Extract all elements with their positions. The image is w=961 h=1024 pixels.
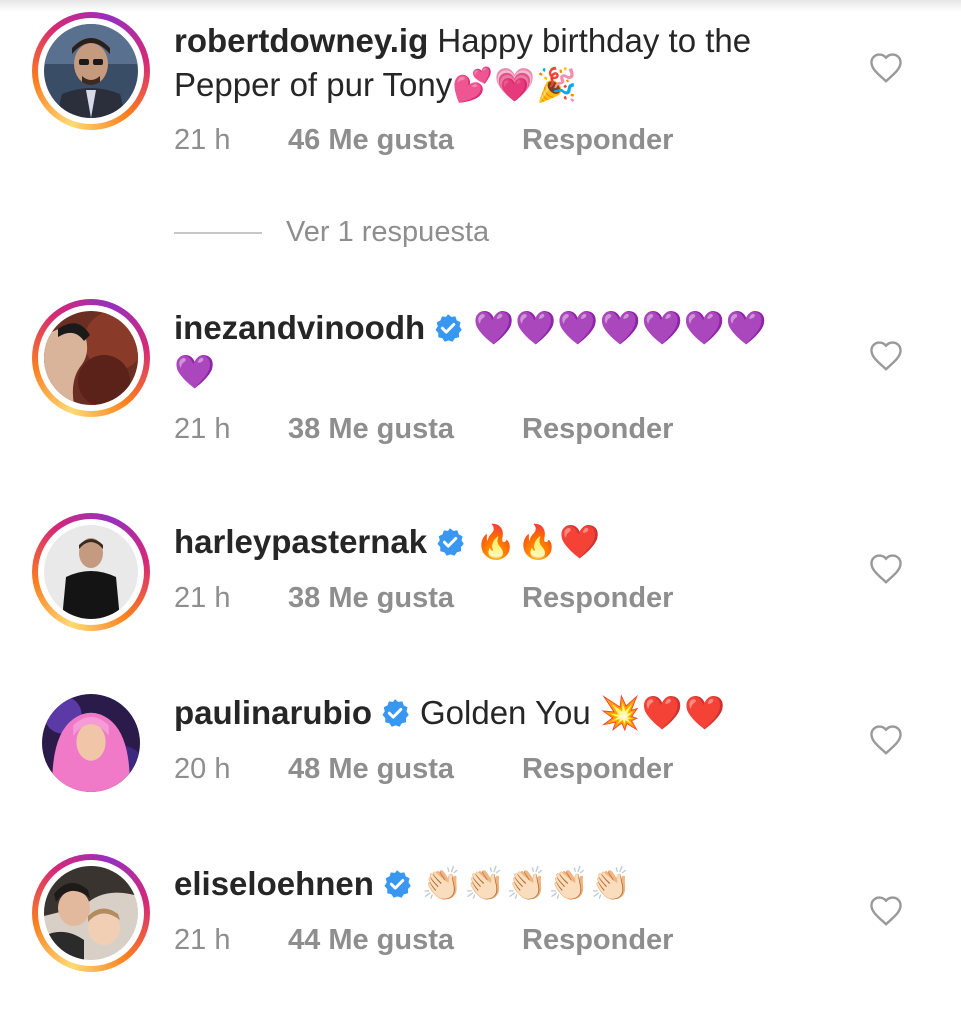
comment-emoji: 💕💗🎉 xyxy=(452,65,579,104)
verified-badge-icon xyxy=(382,699,409,727)
avatar-inezandvinoodh[interactable] xyxy=(32,299,150,417)
avatar-image xyxy=(42,694,140,792)
like-count[interactable]: 38 Me gusta xyxy=(288,413,522,446)
avatar-eliseloehnen[interactable] xyxy=(32,854,150,972)
heart-outline-icon[interactable] xyxy=(868,551,904,585)
comment-text: robertdowney.ig Happy birthday to the Pe… xyxy=(174,19,824,107)
comment-meta: 20 h 48 Me gusta Responder xyxy=(174,753,673,786)
timestamp: 21 h xyxy=(174,924,231,956)
verified-badge-icon xyxy=(437,528,464,556)
verified-badge-icon xyxy=(384,870,411,898)
comment-body: Happy birthday to the xyxy=(437,22,752,59)
username[interactable]: paulinarubio xyxy=(174,694,372,731)
comment-body-line2: Pepper of pur Tony xyxy=(174,66,453,103)
verified-badge-icon xyxy=(435,314,462,342)
username[interactable]: harleypasternak xyxy=(174,523,427,560)
comment-emoji: 💥❤️❤️ xyxy=(599,693,727,732)
username[interactable]: eliseloehnen xyxy=(174,865,374,902)
avatar-robertdowney[interactable] xyxy=(32,12,150,130)
reply-button[interactable]: Responder xyxy=(522,753,673,786)
avatar-image xyxy=(44,866,138,960)
heart-outline-icon[interactable] xyxy=(868,893,904,927)
timestamp: 20 h xyxy=(174,753,231,785)
reply-button[interactable]: Responder xyxy=(522,582,673,615)
comment-text: eliseloehnen 👏🏻👏🏻👏🏻👏🏻👏🏻 xyxy=(174,862,824,906)
timestamp: 21 h xyxy=(174,582,231,614)
comment-text: paulinarubio Golden You 💥❤️❤️ xyxy=(174,691,824,735)
timestamp: 21 h xyxy=(174,124,231,156)
heart-outline-icon[interactable] xyxy=(868,50,904,84)
heart-outline-icon[interactable] xyxy=(868,338,904,372)
reply-button[interactable]: Responder xyxy=(522,413,673,446)
like-count[interactable]: 44 Me gusta xyxy=(288,924,522,957)
username[interactable]: robertdowney.ig xyxy=(174,22,428,59)
view-replies-label: Ver 1 respuesta xyxy=(286,216,490,248)
avatar-image xyxy=(44,525,138,619)
comment-emoji: 👏🏻👏🏻👏🏻👏🏻👏🏻 xyxy=(421,864,633,903)
comment-emoji: 🔥🔥❤️ xyxy=(475,522,602,561)
avatar-image xyxy=(44,311,138,405)
username[interactable]: inezandvinoodh xyxy=(174,309,425,346)
like-count[interactable]: 48 Me gusta xyxy=(288,753,522,786)
top-shadow xyxy=(0,0,961,12)
comment-body: Golden You xyxy=(420,694,591,731)
reply-button[interactable]: Responder xyxy=(522,124,673,157)
avatar-paulinarubio[interactable] xyxy=(32,684,150,802)
reply-button[interactable]: Responder xyxy=(522,924,673,957)
comment-meta: 21 h 46 Me gusta Responder xyxy=(174,124,673,157)
comment-meta: 21 h 38 Me gusta Responder xyxy=(174,582,673,615)
timestamp: 21 h xyxy=(174,413,231,445)
comment-meta: 21 h 44 Me gusta Responder xyxy=(174,924,673,957)
avatar-image xyxy=(44,24,138,118)
like-count[interactable]: 46 Me gusta xyxy=(288,124,522,157)
comment-meta: 21 h 38 Me gusta Responder xyxy=(174,413,673,446)
comment-emoji-line2: 💜 xyxy=(174,352,217,391)
avatar-harleypasternak[interactable] xyxy=(32,513,150,631)
comment-emoji: 💜💜💜💜💜💜💜 xyxy=(473,308,768,347)
replies-divider xyxy=(174,231,262,234)
view-replies-button[interactable]: Ver 1 respuesta xyxy=(174,216,489,249)
heart-outline-icon[interactable] xyxy=(868,722,904,756)
comment-text: harleypasternak 🔥🔥❤️ xyxy=(174,520,824,564)
like-count[interactable]: 38 Me gusta xyxy=(288,582,522,615)
comment-text: inezandvinoodh 💜💜💜💜💜💜💜 💜 xyxy=(174,306,824,394)
